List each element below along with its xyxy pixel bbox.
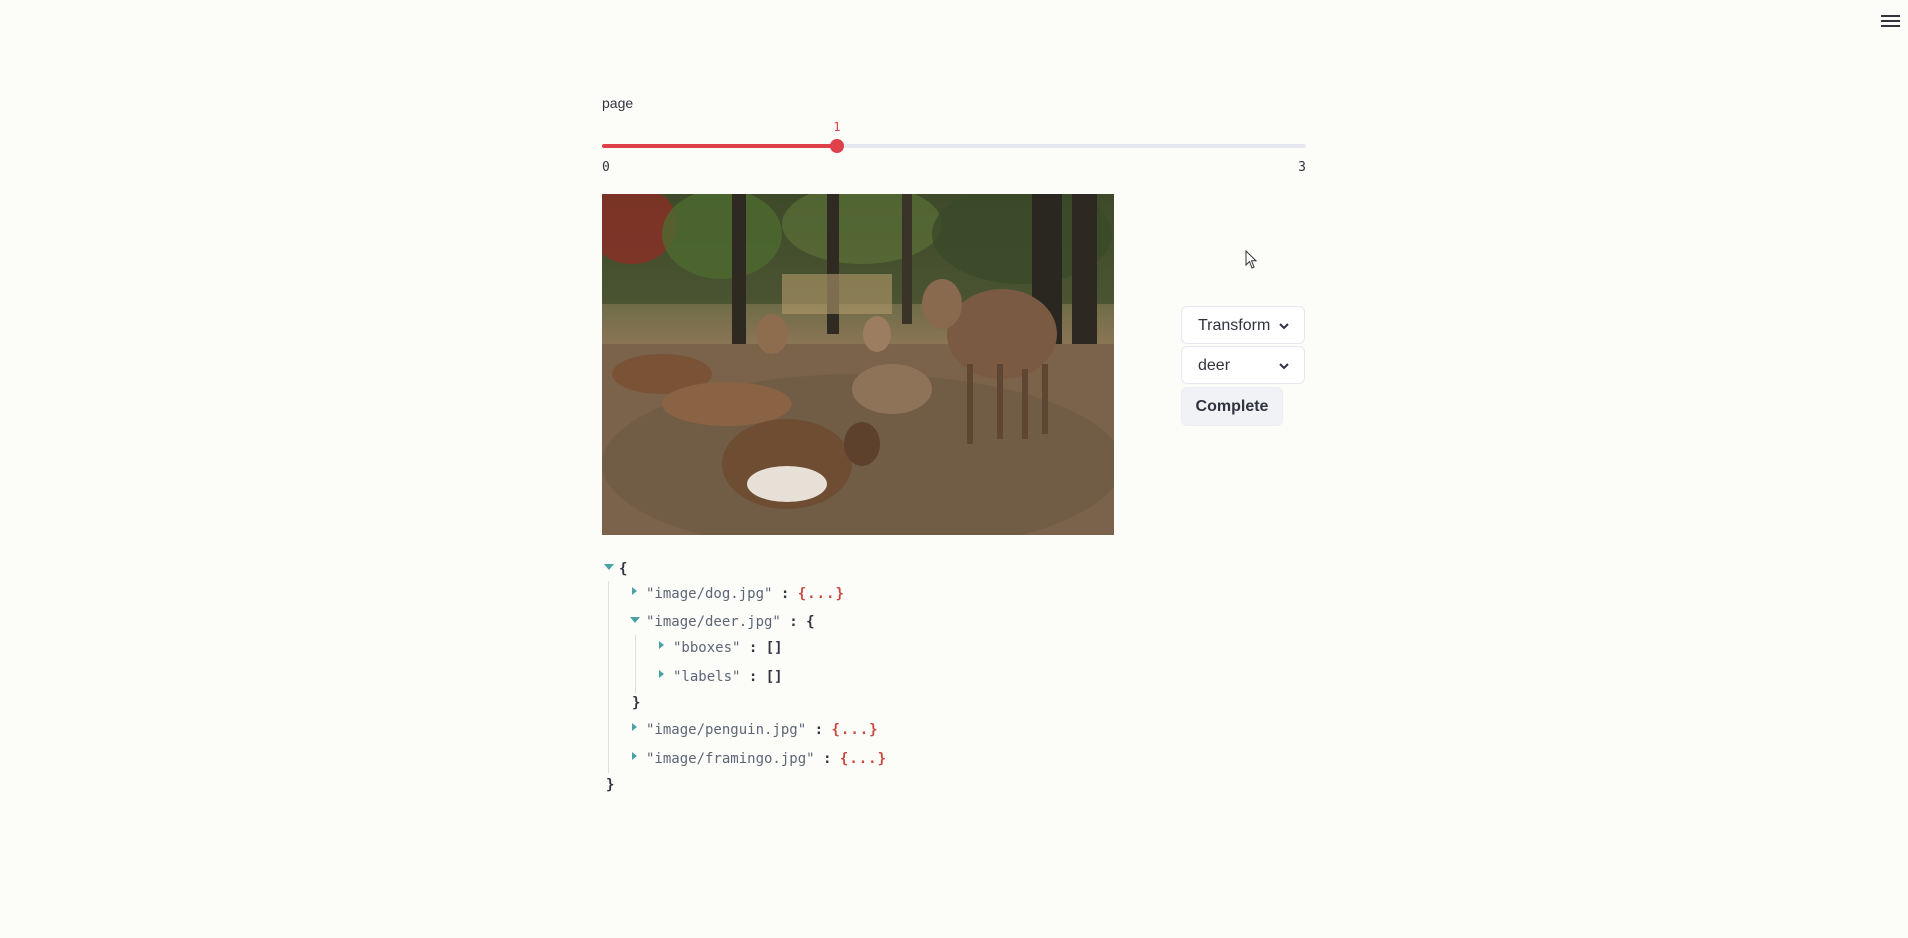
json-guide-line — [635, 635, 636, 693]
json-key: "image/dog.jpg" — [646, 586, 773, 602]
expand-bboxes-icon[interactable] — [659, 641, 664, 649]
json-key: "labels" — [673, 669, 741, 685]
json-tree-viewer: { "image/dog.jpg" : {...} "image/deer.jp… — [602, 559, 1002, 799]
slider-thumb[interactable] — [830, 139, 844, 153]
collapse-root-icon[interactable] — [604, 564, 614, 570]
json-separator: : — [823, 751, 832, 767]
app-page: page 1 0 3 Transform deer Complete {"im… — [0, 0, 1908, 938]
complete-button[interactable]: Complete — [1181, 387, 1283, 426]
slider-fill — [602, 144, 837, 148]
slider-value-label: 1 — [833, 120, 841, 134]
page-slider-label: page — [602, 95, 634, 111]
json-open-brace: { — [806, 614, 815, 630]
json-collapsed-value: {...} — [831, 722, 879, 738]
deer-photo — [602, 194, 1114, 535]
json-entry-penguin[interactable]: "image/penguin.jpg" : {...} — [646, 721, 879, 739]
json-separator: : — [789, 614, 798, 630]
expand-dog-icon[interactable] — [632, 587, 637, 595]
json-key: "bboxes" — [673, 640, 741, 656]
json-separator: : — [814, 722, 824, 738]
json-collapsed-value: {...} — [797, 586, 845, 602]
json-entry-deer[interactable]: "image/deer.jpg" : { — [646, 613, 815, 631]
json-separator: : — [780, 586, 790, 602]
json-key: "image/deer.jpg" — [646, 614, 781, 630]
page-slider[interactable]: 1 0 3 — [602, 120, 1306, 175]
json-empty-array: [] — [765, 640, 783, 656]
expand-framingo-icon[interactable] — [632, 752, 637, 760]
json-separator: : — [748, 669, 758, 685]
expand-penguin-icon[interactable] — [632, 723, 637, 731]
json-close-brace: } — [632, 695, 641, 711]
json-close-brace: } — [606, 777, 615, 793]
json-entry-bboxes[interactable]: "bboxes" : [] — [673, 639, 783, 657]
collapse-deer-icon[interactable] — [630, 617, 640, 623]
transform-select[interactable]: Transform — [1181, 306, 1305, 344]
hamburger-menu-icon[interactable] — [1881, 12, 1900, 28]
json-key: "image/framingo.jpg" — [646, 751, 815, 767]
transform-select-value: Transform — [1198, 317, 1271, 334]
json-entry-framingo[interactable]: "image/framingo.jpg" : {...} — [646, 750, 887, 768]
slider-min-label: 0 — [602, 160, 610, 175]
json-guide-line — [608, 581, 609, 773]
chevron-down-icon — [1279, 323, 1289, 330]
chevron-down-icon — [1279, 363, 1289, 370]
json-entry-dog[interactable]: "image/dog.jpg" : {...} — [646, 585, 845, 603]
json-open-brace: { — [619, 561, 628, 577]
class-select[interactable]: deer — [1181, 346, 1305, 384]
mouse-pointer-icon — [1245, 250, 1258, 269]
json-key: "image/penguin.jpg" — [646, 722, 807, 738]
json-empty-array: [] — [765, 669, 783, 685]
expand-labels-icon[interactable] — [659, 670, 664, 678]
slider-max-label: 3 — [1298, 160, 1306, 175]
json-entry-labels[interactable]: "labels" : [] — [673, 668, 783, 686]
json-collapsed-value: {...} — [839, 751, 888, 767]
class-select-value: deer — [1198, 357, 1231, 374]
json-separator: : — [748, 640, 758, 656]
